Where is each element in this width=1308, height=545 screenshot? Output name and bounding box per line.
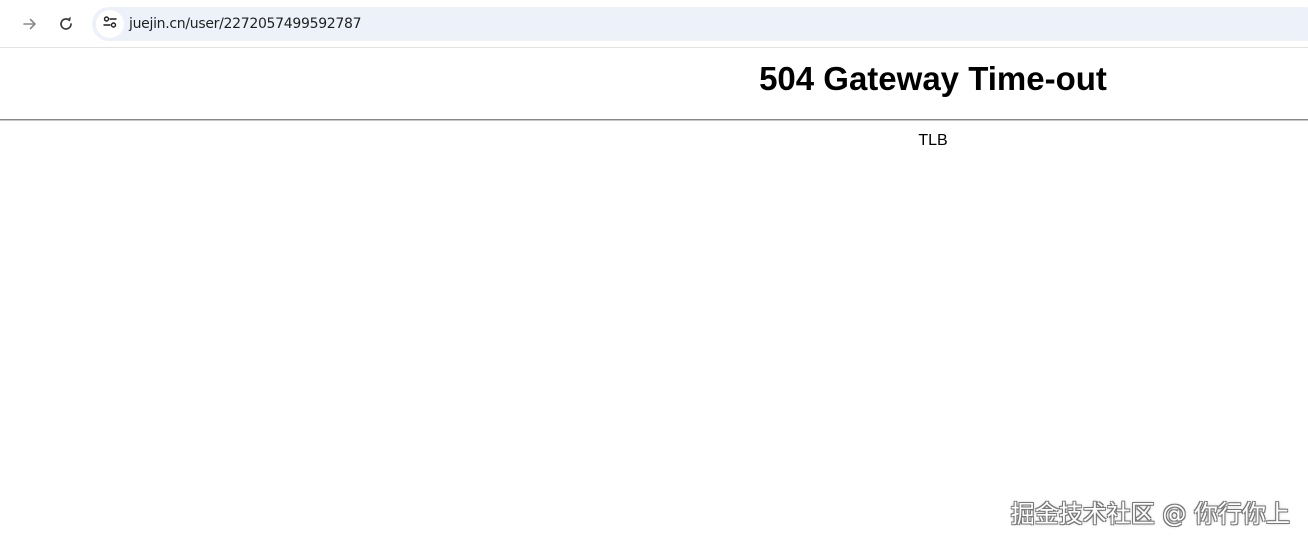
- reload-button[interactable]: [50, 8, 82, 40]
- address-bar[interactable]: juejin.cn/user/2272057499592787: [92, 7, 1308, 41]
- watermark: 掘金技术社区 @ 你行你上: [1010, 500, 1290, 528]
- divider: [0, 119, 1308, 121]
- site-info-button[interactable]: [96, 10, 124, 38]
- tune-icon: [102, 14, 118, 35]
- url-text[interactable]: juejin.cn/user/2272057499592787: [129, 15, 362, 33]
- reload-icon: [58, 16, 74, 32]
- browser-toolbar: juejin.cn/user/2272057499592787: [0, 0, 1308, 48]
- arrow-right-icon: [22, 16, 38, 32]
- page-content: 504 Gateway Time-out TLB: [0, 48, 1308, 545]
- forward-button[interactable]: [14, 8, 46, 40]
- page-title: 504 Gateway Time-out: [759, 60, 1107, 97]
- server-name: TLB: [918, 132, 948, 149]
